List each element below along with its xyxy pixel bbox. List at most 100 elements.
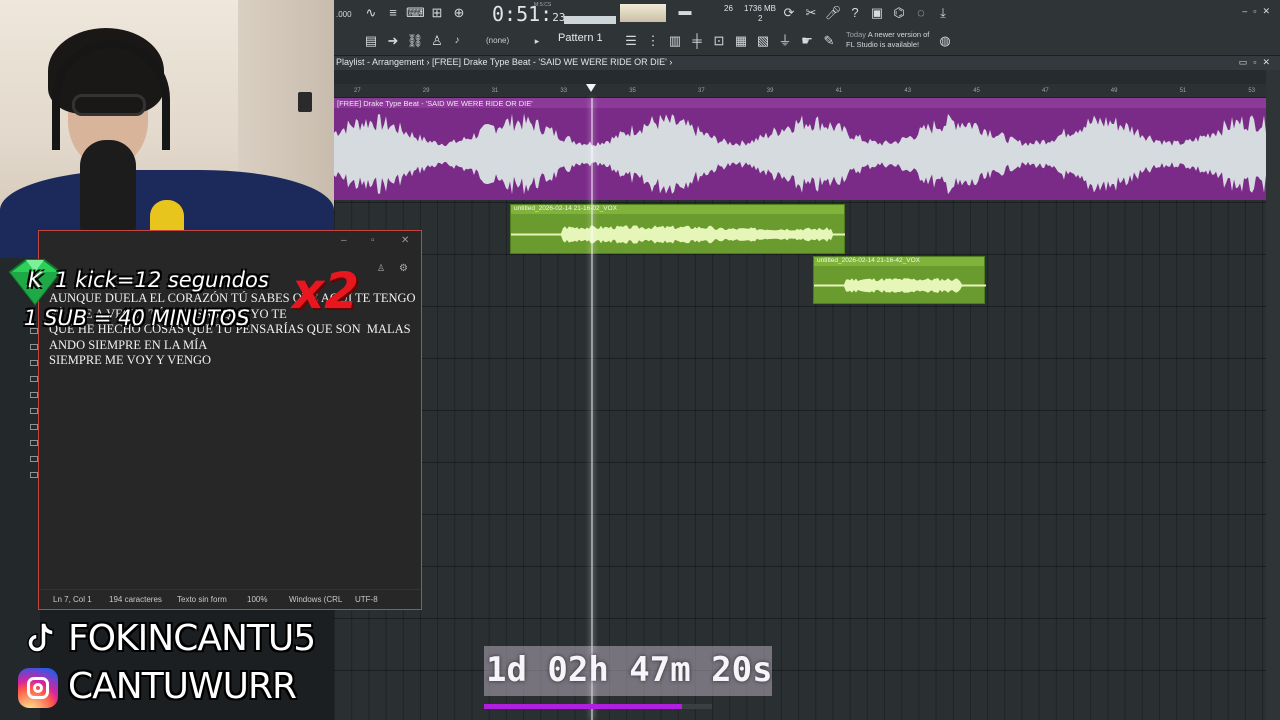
lyric-line: AUNQUE DUELA EL CORAZÓN TÚ SABES QUE AQU…	[49, 291, 416, 305]
vocal-clip-2[interactable]: untitled_2026-02-14 21-16-42_VOX	[813, 256, 986, 304]
timeline-ruler[interactable]: 27 29 31 33 35 37 39 41 43 45 47 49 51 53	[334, 84, 1266, 98]
project-icon[interactable]: ▦	[732, 32, 750, 50]
plugin-db-icon[interactable]: ▧	[754, 32, 772, 50]
folder-icon[interactable]	[30, 472, 38, 478]
wave-icon[interactable]: ∿	[362, 4, 380, 22]
arrow-icon[interactable]: ➜	[384, 32, 402, 50]
beat-clip-header: [FREE] Drake Type Beat - 'SAID WE WERE R…	[334, 98, 1266, 108]
playhead-line	[591, 98, 593, 720]
playlist-icon[interactable]: ☰	[622, 32, 640, 50]
touch-icon[interactable]: ☛	[798, 32, 816, 50]
settings-icon[interactable]: ⚙	[399, 263, 408, 274]
tempo-readout[interactable]: .000	[336, 10, 352, 19]
tiktok-handle: FOKINCANTU5	[68, 618, 316, 659]
zoom-level[interactable]: 100%	[247, 595, 267, 604]
folder-icon[interactable]	[30, 408, 38, 414]
kick-counter-overlay: K 1 kick=12 segundos	[28, 268, 269, 292]
folder-icon[interactable]	[30, 360, 38, 366]
bar-number: 39	[766, 88, 774, 94]
webcam-light-switch	[298, 92, 312, 112]
waveform-shape	[334, 113, 1266, 195]
social-handles: FOKINCANTU5 CANTUWURR	[0, 612, 360, 720]
step-icon[interactable]: ≡	[384, 4, 402, 22]
folder-icon[interactable]	[30, 440, 38, 446]
folder-icon[interactable]	[30, 456, 38, 462]
beat-audio-clip[interactable]: [FREE] Drake Type Beat - 'SAID WE WERE R…	[334, 98, 1266, 200]
clock-unit-label: M:S:CS	[534, 2, 552, 8]
bar-number: 51	[1179, 88, 1187, 94]
beat-waveform	[334, 113, 1266, 195]
bar-number: 49	[1110, 88, 1118, 94]
stamp-icon[interactable]: ♙	[428, 32, 446, 50]
refresh-icon[interactable]: ⟳	[780, 4, 798, 22]
bar-number: 53	[1248, 88, 1256, 94]
download-icon[interactable]: ⤓	[934, 4, 952, 22]
microphone-icon[interactable]: 🎤︎	[824, 4, 842, 22]
fl-studio-window: .000 ∿ ≡ ⌨ ⊞ ⊕ 0:51:23 M:S:CS ▬ 26 1736 …	[334, 0, 1280, 720]
app-window-controls[interactable]: –▫✕	[1242, 6, 1276, 17]
text-format[interactable]: Texto sin form	[177, 595, 227, 604]
stream-timer-progress-fill	[484, 704, 683, 709]
hint-icon[interactable]: ✎	[820, 32, 838, 50]
folder-icon[interactable]	[30, 424, 38, 430]
webcam-feed	[0, 0, 334, 258]
bar-number: 41	[835, 88, 843, 94]
mixer-icon[interactable]: ╪	[688, 32, 706, 50]
channel-selector[interactable]: (none)	[486, 36, 509, 45]
browser-icon[interactable]: ⊡	[710, 32, 728, 50]
folder-icon[interactable]	[30, 392, 38, 398]
typing-keyboard-icon[interactable]: ⌨	[406, 4, 425, 22]
plug-icon[interactable]: ⏚	[776, 32, 794, 50]
folder-icon[interactable]	[30, 344, 38, 350]
playlist-snap-icon[interactable]: ▤	[362, 32, 380, 50]
save-icon[interactable]: ▣	[868, 4, 886, 22]
vocal-clip-1[interactable]: untitled_2026-02-14 21-16-02_VOX	[510, 204, 845, 254]
bar-number: 43	[904, 88, 912, 94]
plugin-icon[interactable]: ⌬	[890, 4, 908, 22]
account-icon[interactable]: ♙	[377, 263, 385, 274]
bar-number: 29	[422, 88, 430, 94]
record-indicator-icon: ▬	[678, 3, 692, 18]
vocal-clip-2-waveform	[814, 277, 986, 294]
master-volume-display[interactable]	[620, 4, 666, 22]
chat-icon[interactable]: ◌	[912, 4, 930, 22]
cursor-position: Ln 7, Col 1	[53, 595, 92, 604]
tools-icon[interactable]: ✂	[802, 4, 820, 22]
instagram-handle: CANTUWURR	[68, 666, 297, 707]
stream-timer-progress	[484, 704, 712, 709]
playlist-scrollbar[interactable]	[1266, 70, 1280, 720]
notepad-statusbar: Ln 7, Col 1 194 caracteres Texto sin for…	[39, 589, 421, 609]
clock-main: 0:51	[492, 2, 541, 26]
bar-number: 37	[698, 88, 705, 94]
vocal-clip-2-header: untitled_2026-02-14 21-16-42_VOX	[814, 257, 984, 266]
help-icon[interactable]: ?	[846, 4, 864, 22]
encoding[interactable]: UTF-8	[355, 595, 378, 604]
char-count: 194 caracteres	[109, 595, 162, 604]
news-panel[interactable]: Today A newer version of FL Studio is av…	[846, 30, 936, 50]
link-icon[interactable]: ⛓	[406, 32, 424, 50]
maximize-icon[interactable]: ▫	[371, 235, 375, 246]
stream-timer: 1d 02h 47m 20s	[486, 650, 773, 690]
line-ending[interactable]: Windows (CRL	[289, 595, 342, 604]
news-line-2: FL Studio is available!	[846, 40, 920, 49]
pattern-selector[interactable]: Pattern 1	[558, 32, 603, 44]
screen: .000 ∿ ≡ ⌨ ⊞ ⊕ 0:51:23 M:S:CS ▬ 26 1736 …	[0, 0, 1280, 720]
playlist-titlebar: Playlist - Arrangement › [FREE] Drake Ty…	[334, 56, 1280, 70]
play-icon[interactable]: ▸	[528, 32, 546, 50]
folder-icon[interactable]	[30, 376, 38, 382]
channel-rack-icon[interactable]: ⋮	[644, 32, 662, 50]
news-time: Today	[846, 30, 867, 39]
playlist-breadcrumb: Playlist - Arrangement › [FREE] Drake Ty…	[336, 57, 673, 67]
playhead-marker[interactable]	[586, 84, 596, 92]
playlist-window-controls[interactable]: ▭▫✕	[1239, 57, 1276, 68]
audio-icon: ♪	[454, 35, 460, 46]
snap-icon[interactable]: ⊞	[428, 4, 446, 22]
countdown-icon[interactable]: ⊕	[450, 4, 468, 22]
minimize-icon[interactable]: –	[341, 235, 347, 246]
song-position-clock[interactable]: 0:51:23	[492, 2, 565, 26]
bar-number: 31	[491, 88, 499, 94]
sub-counter-overlay: 1 SUB = 40 MINUTOS	[24, 306, 250, 330]
piano-roll-icon[interactable]: ▥	[666, 32, 684, 50]
close-icon[interactable]: ✕	[401, 235, 409, 246]
globe-icon[interactable]: ◍	[936, 32, 954, 50]
